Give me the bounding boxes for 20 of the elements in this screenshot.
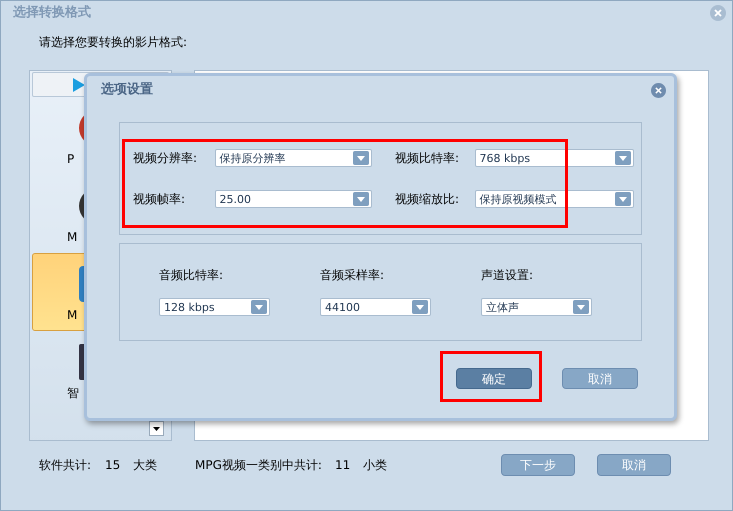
subtotal-count: 11	[335, 457, 352, 474]
subtotal-unit: 小类	[363, 457, 388, 474]
field-label: 视频帧率:	[133, 191, 186, 208]
field-label: 音频采样率:	[320, 267, 386, 284]
field-label: 视频缩放比:	[395, 191, 460, 208]
total-unit: 大类	[133, 457, 158, 474]
category-label: M	[67, 229, 78, 246]
field-label: 视频比特率:	[395, 150, 460, 167]
dialog-title: 选项设置	[101, 81, 153, 100]
category-label: P	[67, 151, 74, 168]
total-count: 15	[105, 457, 122, 474]
total-label: 软件共计:	[39, 457, 92, 474]
category-label: M	[67, 307, 78, 324]
field-label: 音频比特率:	[159, 267, 224, 284]
field-label: 声道设置:	[481, 267, 534, 284]
instruction-text: 请选择您要转换的影片格式:	[39, 35, 188, 49]
field-label: 视频分辨率:	[133, 150, 198, 167]
subtotal-label: MPG视频一类别中共计:	[195, 457, 323, 474]
window-title: 选择转换格式	[13, 4, 91, 22]
category-label: 智	[67, 385, 79, 402]
